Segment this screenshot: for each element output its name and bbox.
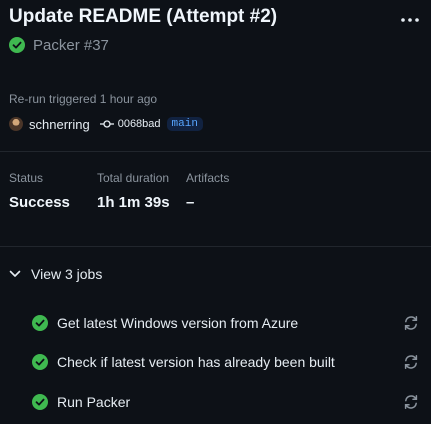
view-jobs-toggle[interactable]: View 3 jobs [9, 264, 102, 284]
duration-value: 1h 1m 39s [97, 194, 170, 211]
rerun-icon[interactable] [402, 393, 420, 411]
divider [0, 151, 431, 152]
workflow-run-name[interactable]: Packer #37 [33, 37, 109, 54]
commit-sha-link[interactable]: 0068bad [118, 118, 161, 130]
check-circle-icon [9, 37, 25, 53]
job-label: Run Packer [57, 394, 131, 410]
status-value: Success [9, 194, 70, 211]
check-circle-icon [32, 394, 48, 410]
check-circle-icon [32, 354, 48, 370]
rerun-icon[interactable] [402, 314, 420, 332]
job-label: Get latest Windows version from Azure [57, 315, 299, 331]
git-commit-icon [99, 119, 114, 129]
artifacts-label: Artifacts [186, 171, 230, 185]
rerun-icon[interactable] [402, 353, 420, 371]
job-item[interactable]: Run Packer [32, 391, 420, 413]
actor-link[interactable]: schnerring [29, 117, 90, 132]
job-item[interactable]: Get latest Windows version from Azure [32, 312, 420, 334]
run-meta: schnerring 0068bad main [9, 115, 203, 133]
view-jobs-label: View 3 jobs [31, 266, 103, 282]
branch-badge[interactable]: main [166, 117, 203, 131]
trigger-text: Re-run triggered 1 hour ago [9, 92, 158, 106]
chevron-down-icon [9, 270, 21, 278]
run-title: Update README (Attempt #2) [9, 6, 278, 27]
status-label: Status [9, 171, 44, 185]
avatar[interactable] [9, 117, 23, 131]
artifacts-value: – [186, 194, 195, 211]
duration-label: Total duration [97, 171, 170, 185]
job-label: Check if latest version has already been… [57, 354, 335, 370]
kebab-menu-icon[interactable] [399, 10, 421, 30]
check-circle-icon [32, 315, 48, 331]
job-item[interactable]: Check if latest version has already been… [32, 351, 420, 373]
divider [0, 246, 431, 247]
run-subtitle: Packer #37 [9, 35, 109, 55]
